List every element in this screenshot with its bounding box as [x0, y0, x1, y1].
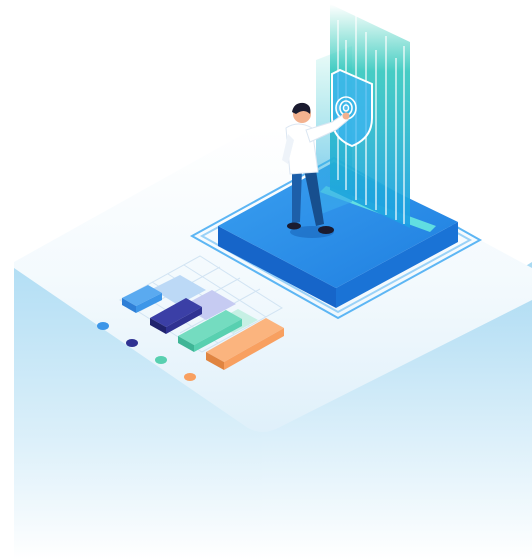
legend-dot [97, 322, 109, 330]
person-shoe-left [287, 222, 301, 230]
legend-dot [184, 373, 196, 381]
security-dashboard-illustration [14, 4, 532, 560]
person-shoe-right [318, 226, 334, 234]
person-hand [342, 112, 350, 120]
legend-dot [155, 356, 167, 364]
legend-dot [126, 339, 138, 347]
hologram-panels [316, 4, 410, 228]
